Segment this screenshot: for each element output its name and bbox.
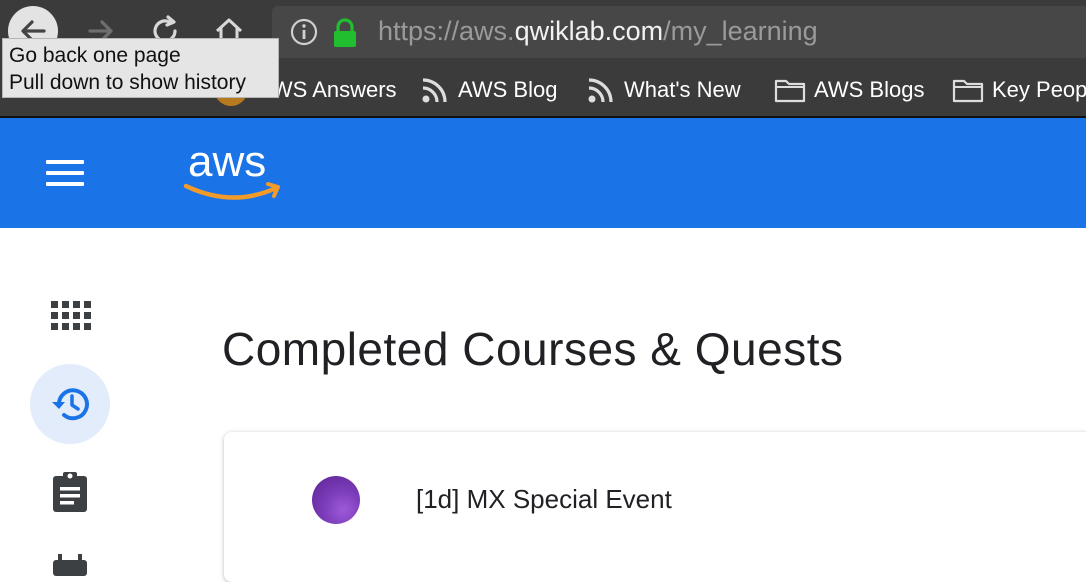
bookmark-aws-blogs-folder[interactable]: AWS Blogs [774, 74, 924, 106]
site-header: aws [0, 118, 1086, 228]
menu-icon [46, 160, 84, 164]
bookmark-label: Key People [992, 77, 1086, 102]
tooltip-line: Pull down to show history [9, 71, 246, 94]
aws-logo-text: aws [188, 137, 266, 186]
folder-icon [774, 79, 806, 103]
menu-icon-bar [46, 182, 84, 186]
menu-icon-bar [46, 171, 84, 175]
bookmark-whats-new[interactable]: What's New [586, 74, 741, 106]
page-title: Completed Courses & Quests [222, 323, 844, 375]
bookmark-label: AWS Blogs [814, 77, 925, 102]
sidebar-item-assignments[interactable] [50, 470, 90, 514]
menu-button[interactable] [46, 160, 86, 186]
tooltip-line: Go back one page [9, 44, 181, 67]
info-icon[interactable] [290, 18, 318, 46]
back-button-tooltip: Go back one page Pull down to show histo… [2, 38, 279, 98]
history-icon [52, 388, 89, 421]
rss-icon [588, 78, 613, 103]
bookmark-label: AWS Blog [458, 77, 558, 102]
bookmark-label: What's New [624, 77, 741, 102]
bookmark-aws-blog[interactable]: AWS Blog [420, 74, 557, 106]
course-badge-icon [312, 476, 360, 524]
address-bar[interactable]: https://aws.qwiklab.com/my_learning [272, 6, 1086, 58]
sidebar-item-catalog[interactable] [50, 300, 92, 332]
url-text[interactable]: https://aws.qwiklab.com/my_learning [378, 16, 818, 47]
calendar-icon [53, 554, 87, 576]
folder-icon [952, 79, 984, 103]
bookmark-key-people-folder[interactable]: Key People [952, 74, 1086, 106]
grid-icon [51, 301, 91, 330]
clipboard-icon [53, 472, 87, 512]
sidebar-item-history[interactable] [30, 364, 110, 444]
sidebar-item-calendar[interactable] [50, 552, 90, 576]
lock-icon[interactable] [332, 18, 358, 48]
aws-logo[interactable]: aws [182, 136, 286, 206]
course-title[interactable]: [1d] MX Special Event [416, 484, 672, 515]
rss-icon [422, 78, 447, 103]
course-card[interactable]: [1d] MX Special Event [224, 432, 1086, 582]
